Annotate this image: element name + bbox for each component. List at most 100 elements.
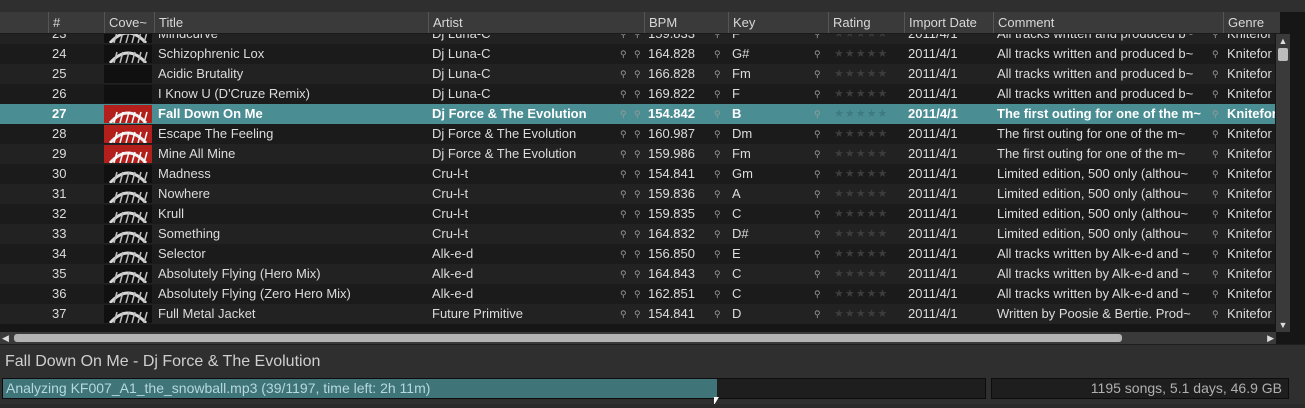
magnifier-icon[interactable]: ⚲ bbox=[634, 264, 641, 284]
column-header-rating[interactable]: Rating bbox=[828, 12, 904, 33]
magnifier-icon[interactable]: ⚲ bbox=[1212, 304, 1219, 324]
star-icon[interactable]: ★ bbox=[845, 108, 856, 120]
star-icon[interactable]: ★ bbox=[878, 128, 889, 140]
star-icon[interactable]: ★ bbox=[867, 208, 878, 220]
track-list[interactable]: 23MindcurveDj Luna-C159.833F2011/4/1All … bbox=[0, 34, 1275, 332]
table-row[interactable]: 31 Nowhere Cru-l-t 159.836 A 2011/4/1 Limited … bbox=[0, 184, 1275, 204]
star-icon[interactable]: ★ bbox=[867, 128, 878, 140]
magnifier-icon[interactable]: ⚲ bbox=[1212, 264, 1219, 284]
star-icon[interactable]: ★ bbox=[845, 248, 856, 260]
column-header-key[interactable]: Key bbox=[728, 12, 828, 33]
magnifier-icon[interactable]: ⚲ bbox=[1212, 34, 1219, 44]
table-row[interactable]: 36 Absolutely Flying (Zero Hero Mix) Alk-e… bbox=[0, 284, 1275, 304]
magnifier-icon[interactable]: ⚲ bbox=[1212, 64, 1219, 84]
star-icon[interactable]: ★ bbox=[834, 188, 845, 200]
rating-stars[interactable]: ★★★★★ bbox=[834, 64, 888, 84]
column-header-bpm[interactable]: BPM bbox=[644, 12, 728, 33]
magnifier-icon[interactable]: ⚲ bbox=[634, 124, 641, 144]
column-header-comment[interactable]: Comment bbox=[993, 12, 1223, 33]
star-icon[interactable]: ★ bbox=[856, 208, 867, 220]
magnifier-icon[interactable]: ⚲ bbox=[714, 264, 721, 284]
star-icon[interactable]: ★ bbox=[834, 128, 845, 140]
magnifier-icon[interactable]: ⚲ bbox=[620, 304, 627, 324]
magnifier-icon[interactable]: ⚲ bbox=[620, 224, 627, 244]
magnifier-icon[interactable]: ⚲ bbox=[634, 164, 641, 184]
star-icon[interactable]: ★ bbox=[856, 34, 867, 40]
star-icon[interactable]: ★ bbox=[834, 48, 845, 60]
star-icon[interactable]: ★ bbox=[867, 34, 878, 40]
table-row[interactable]: 35 Absolutely Flying (Hero Mix) Alk-e-d 164… bbox=[0, 264, 1275, 284]
star-icon[interactable]: ★ bbox=[867, 248, 878, 260]
table-row[interactable]: 27 Fall Down On Me Dj Force & The Evolutio… bbox=[0, 104, 1275, 124]
magnifier-icon[interactable]: ⚲ bbox=[634, 64, 641, 84]
magnifier-icon[interactable]: ⚲ bbox=[714, 304, 721, 324]
star-icon[interactable]: ★ bbox=[834, 108, 845, 120]
magnifier-icon[interactable]: ⚲ bbox=[1212, 164, 1219, 184]
magnifier-icon[interactable]: ⚲ bbox=[620, 264, 627, 284]
star-icon[interactable]: ★ bbox=[834, 308, 845, 320]
magnifier-icon[interactable]: ⚲ bbox=[714, 284, 721, 304]
magnifier-icon[interactable]: ⚲ bbox=[634, 84, 641, 104]
magnifier-icon[interactable]: ⚲ bbox=[1212, 284, 1219, 304]
magnifier-icon[interactable]: ⚲ bbox=[814, 264, 821, 284]
rating-stars[interactable]: ★★★★★ bbox=[834, 124, 888, 144]
magnifier-icon[interactable]: ⚲ bbox=[1212, 104, 1219, 124]
star-icon[interactable]: ★ bbox=[856, 268, 867, 280]
magnifier-icon[interactable]: ⚲ bbox=[814, 124, 821, 144]
magnifier-icon[interactable]: ⚲ bbox=[620, 244, 627, 264]
magnifier-icon[interactable]: ⚲ bbox=[814, 184, 821, 204]
star-icon[interactable]: ★ bbox=[834, 88, 845, 100]
magnifier-icon[interactable]: ⚲ bbox=[620, 34, 627, 44]
star-icon[interactable]: ★ bbox=[856, 88, 867, 100]
magnifier-icon[interactable]: ⚲ bbox=[1212, 184, 1219, 204]
star-icon[interactable]: ★ bbox=[867, 288, 878, 300]
magnifier-icon[interactable]: ⚲ bbox=[814, 104, 821, 124]
table-row[interactable]: 26 I Know U (D'Cruze Remix) Dj Luna-C 169.8… bbox=[0, 84, 1275, 104]
magnifier-icon[interactable]: ⚲ bbox=[814, 84, 821, 104]
rating-stars[interactable]: ★★★★★ bbox=[834, 144, 888, 164]
star-icon[interactable]: ★ bbox=[878, 48, 889, 60]
magnifier-icon[interactable]: ⚲ bbox=[620, 84, 627, 104]
star-icon[interactable]: ★ bbox=[867, 308, 878, 320]
magnifier-icon[interactable]: ⚲ bbox=[634, 144, 641, 164]
table-row[interactable]: 30 Madness Cru-l-t 154.841 Gm 2011/4/1 Limited… bbox=[0, 164, 1275, 184]
column-header-number[interactable]: # bbox=[48, 12, 104, 33]
star-icon[interactable]: ★ bbox=[878, 148, 889, 160]
column-header-genre[interactable]: Genre bbox=[1223, 12, 1280, 33]
magnifier-icon[interactable]: ⚲ bbox=[620, 64, 627, 84]
magnifier-icon[interactable]: ⚲ bbox=[714, 84, 721, 104]
magnifier-icon[interactable]: ⚲ bbox=[620, 184, 627, 204]
table-row[interactable]: 25 Acidic Brutality Dj Luna-C 166.828 Fm 2011… bbox=[0, 64, 1275, 84]
star-icon[interactable]: ★ bbox=[878, 168, 889, 180]
star-icon[interactable]: ★ bbox=[856, 148, 867, 160]
table-row[interactable]: 37 Full Metal Jacket Future Primitive 154.8… bbox=[0, 304, 1275, 324]
star-icon[interactable]: ★ bbox=[845, 188, 856, 200]
horizontal-scroll-thumb[interactable] bbox=[14, 334, 1122, 342]
star-icon[interactable]: ★ bbox=[845, 288, 856, 300]
star-icon[interactable]: ★ bbox=[878, 288, 889, 300]
rating-stars[interactable]: ★★★★★ bbox=[834, 224, 888, 244]
magnifier-icon[interactable]: ⚲ bbox=[620, 44, 627, 64]
star-icon[interactable]: ★ bbox=[845, 34, 856, 40]
magnifier-icon[interactable]: ⚲ bbox=[714, 144, 721, 164]
magnifier-icon[interactable]: ⚲ bbox=[1212, 44, 1219, 64]
magnifier-icon[interactable]: ⚲ bbox=[1212, 144, 1219, 164]
magnifier-icon[interactable]: ⚲ bbox=[1212, 124, 1219, 144]
table-row[interactable]: 28 Escape The Feeling Dj Force & The Evolu… bbox=[0, 124, 1275, 144]
magnifier-icon[interactable]: ⚲ bbox=[634, 204, 641, 224]
star-icon[interactable]: ★ bbox=[867, 88, 878, 100]
magnifier-icon[interactable]: ⚲ bbox=[1212, 224, 1219, 244]
star-icon[interactable]: ★ bbox=[856, 288, 867, 300]
star-icon[interactable]: ★ bbox=[856, 48, 867, 60]
star-icon[interactable]: ★ bbox=[878, 208, 889, 220]
star-icon[interactable]: ★ bbox=[878, 34, 889, 40]
rating-stars[interactable]: ★★★★★ bbox=[834, 284, 888, 304]
magnifier-icon[interactable]: ⚲ bbox=[714, 44, 721, 64]
magnifier-icon[interactable]: ⚲ bbox=[814, 34, 821, 44]
star-icon[interactable]: ★ bbox=[834, 34, 845, 40]
magnifier-icon[interactable]: ⚲ bbox=[814, 204, 821, 224]
star-icon[interactable]: ★ bbox=[867, 168, 878, 180]
star-icon[interactable]: ★ bbox=[845, 208, 856, 220]
vertical-scroll-thumb[interactable] bbox=[1278, 48, 1288, 61]
star-icon[interactable]: ★ bbox=[845, 88, 856, 100]
